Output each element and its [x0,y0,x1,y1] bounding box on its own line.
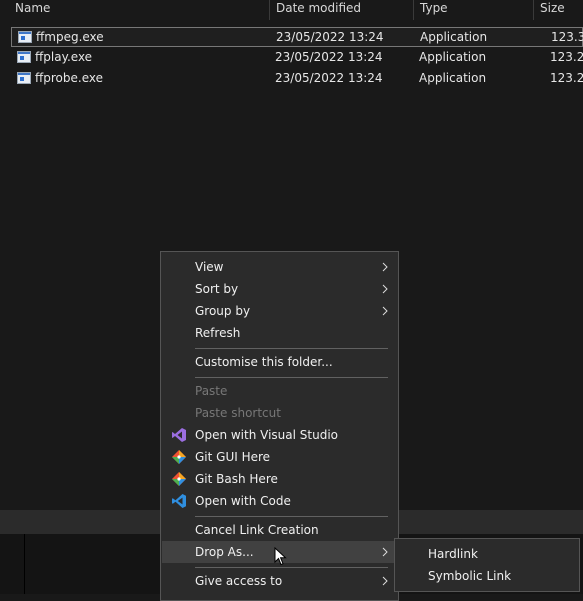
visual-studio-icon [172,428,186,442]
menu-item-hardlink[interactable]: Hardlink [396,543,578,565]
file-date: 23/05/2022 13:24 [276,30,384,44]
file-size: 123.26 [550,50,583,64]
menu-separator [195,516,388,517]
column-size[interactable]: Size [540,0,565,20]
column-date-modified[interactable]: Date modified [276,0,361,20]
vscode-icon [172,494,186,508]
menu-item-paste[interactable]: Paste [162,380,398,402]
mouse-cursor-icon [274,547,287,566]
column-divider[interactable] [269,0,270,20]
git-bash-icon [172,472,186,486]
menu-item-cancel-link-creation[interactable]: Cancel Link Creation [162,519,398,541]
file-row[interactable]: ffmpeg.exe 23/05/2022 13:24 Application … [11,27,583,47]
file-type: Application [419,71,487,85]
git-gui-icon [172,450,186,464]
menu-item-open-visual-studio[interactable]: Open with Visual Studio [162,424,398,446]
drop-as-submenu: Hardlink Symbolic Link [394,538,580,592]
file-type: Application [419,50,487,64]
menu-item-paste-shortcut[interactable]: Paste shortcut [162,402,398,424]
chevron-right-icon [382,284,388,294]
column-divider[interactable] [533,0,534,20]
menu-item-git-bash[interactable]: Git Bash Here [162,468,398,490]
file-name: ffplay.exe [35,50,93,64]
file-row[interactable]: ffprobe.exe 23/05/2022 13:24 Application… [11,69,583,89]
menu-item-sort-by[interactable]: Sort by [162,278,398,300]
menu-separator [195,377,388,378]
menu-item-group-by[interactable]: Group by [162,300,398,322]
file-type: Application [420,30,488,44]
file-size: 123.39 [551,30,583,44]
column-divider[interactable] [413,0,414,20]
chevron-right-icon [382,262,388,272]
menu-item-symbolic-link[interactable]: Symbolic Link [396,565,578,587]
menu-item-open-with-code[interactable]: Open with Code [162,490,398,512]
menu-item-git-gui[interactable]: Git GUI Here [162,446,398,468]
application-icon [18,31,32,43]
file-date: 23/05/2022 13:24 [275,50,383,64]
menu-item-view[interactable]: View [162,256,398,278]
menu-item-refresh[interactable]: Refresh [162,322,398,344]
file-size: 123.29 [550,71,583,85]
menu-separator [195,348,388,349]
file-name: ffmpeg.exe [36,30,104,44]
application-icon [17,51,31,63]
application-icon [17,72,31,84]
divider [24,534,25,594]
chevron-right-icon [382,306,388,316]
menu-item-customise-folder[interactable]: Customise this folder... [162,351,398,373]
file-date: 23/05/2022 13:24 [275,71,383,85]
menu-separator [195,567,388,568]
file-row[interactable]: ffplay.exe 23/05/2022 13:24 Application … [11,48,583,68]
column-header: Name Date modified Type Size [0,0,583,20]
column-name[interactable]: Name [15,0,50,20]
column-type[interactable]: Type [420,0,448,20]
file-name: ffprobe.exe [35,71,103,85]
menu-item-give-access[interactable]: Give access to [162,570,398,592]
chevron-right-icon [382,576,388,586]
chevron-right-icon [382,547,388,557]
